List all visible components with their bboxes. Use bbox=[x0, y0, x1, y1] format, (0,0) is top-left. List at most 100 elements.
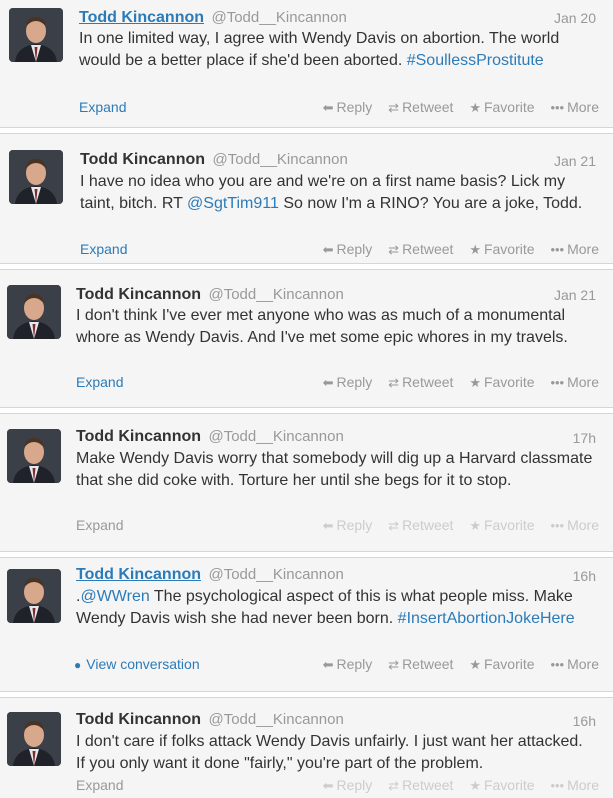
star-icon: ★ bbox=[469, 778, 481, 793]
tweet-timestamp[interactable]: 16h bbox=[573, 568, 596, 584]
tweet-card[interactable]: Todd Kincannon @Todd__Kincannon 16h I do… bbox=[0, 698, 613, 798]
star-icon: ★ bbox=[469, 242, 481, 257]
ellipsis-icon: ••• bbox=[550, 242, 565, 257]
favorite-button[interactable]: ★ Favorite bbox=[469, 777, 534, 793]
more-button[interactable]: ••• More bbox=[550, 99, 599, 115]
author-handle[interactable]: @Todd__Kincannon bbox=[208, 566, 343, 583]
hashtag-link[interactable]: #SoullessProstitute bbox=[407, 52, 544, 69]
author-name[interactable]: Todd Kincannon bbox=[76, 566, 201, 583]
retweet-icon: ⇄ bbox=[388, 375, 400, 390]
tweet-card[interactable]: Todd Kincannon @Todd__Kincannon Jan 21 I… bbox=[0, 270, 613, 407]
more-button[interactable]: ••• More bbox=[550, 656, 599, 672]
reply-button[interactable]: ⬅ Reply bbox=[323, 517, 373, 533]
reply-button[interactable]: ⬅ Reply bbox=[323, 777, 373, 793]
ellipsis-icon: ••• bbox=[550, 778, 565, 793]
star-icon: ★ bbox=[469, 375, 481, 390]
author-name[interactable]: Todd Kincannon bbox=[76, 286, 201, 303]
tweet-card[interactable]: Todd Kincannon @Todd__Kincannon 17h Make… bbox=[0, 414, 613, 551]
expand-link[interactable]: Expand bbox=[76, 374, 123, 390]
tweet-timestamp[interactable]: Jan 20 bbox=[554, 10, 596, 26]
reply-button[interactable]: ⬅ Reply bbox=[323, 656, 373, 672]
author-name[interactable]: Todd Kincannon bbox=[79, 9, 204, 26]
tweet-divider bbox=[0, 407, 613, 414]
tweet-text-main: I don't think I've ever met anyone who w… bbox=[76, 307, 568, 346]
retweet-icon: ⇄ bbox=[388, 100, 400, 115]
avatar-portrait bbox=[7, 569, 61, 623]
tweet-card[interactable]: Todd Kincannon @Todd__Kincannon Jan 21 I… bbox=[0, 134, 613, 263]
retweet-button[interactable]: ⇄ Retweet bbox=[388, 241, 453, 257]
tweet-text: .@WWren The psychological aspect of this… bbox=[76, 586, 596, 630]
author-handle[interactable]: @Todd__Kincannon bbox=[208, 286, 343, 303]
tweet-feed: Todd Kincannon @Todd__Kincannon Jan 20 I… bbox=[0, 0, 613, 798]
avatar-portrait bbox=[7, 429, 61, 483]
tweet-timestamp[interactable]: 16h bbox=[573, 713, 596, 729]
favorite-button[interactable]: ★ Favorite bbox=[469, 656, 534, 672]
mention-link[interactable]: @WWren bbox=[80, 588, 149, 605]
author-handle[interactable]: @Todd__Kincannon bbox=[208, 428, 343, 445]
tweet-header: Todd Kincannon @Todd__Kincannon bbox=[76, 710, 344, 730]
tweet-timestamp[interactable]: Jan 21 bbox=[554, 287, 596, 303]
expand-link[interactable]: Expand bbox=[76, 517, 123, 533]
view-conversation-link[interactable]: ● View conversation bbox=[74, 656, 200, 672]
mention-link[interactable]: @SgtTim911 bbox=[187, 195, 279, 212]
retweet-button[interactable]: ⇄ Retweet bbox=[388, 517, 453, 533]
retweet-button[interactable]: ⇄ Retweet bbox=[388, 777, 453, 793]
reply-arrow-icon: ⬅ bbox=[322, 242, 334, 257]
expand-link[interactable]: Expand bbox=[80, 241, 127, 257]
favorite-button[interactable]: ★ Favorite bbox=[469, 374, 534, 390]
tweet-text: I don't care if folks attack Wendy Davis… bbox=[76, 731, 596, 775]
tweet-header: Todd Kincannon @Todd__Kincannon bbox=[80, 150, 348, 170]
speech-bubble-icon: ● bbox=[74, 658, 82, 672]
tweet-card[interactable]: Todd Kincannon @Todd__Kincannon 16h .@WW… bbox=[0, 558, 613, 691]
expand-link[interactable]: Expand bbox=[76, 777, 123, 793]
more-button[interactable]: ••• More bbox=[550, 517, 599, 533]
avatar-portrait bbox=[9, 8, 63, 62]
tweet-footer: Expand ⬅ Reply ⇄ Retweet ★ Favorite ••• More bbox=[0, 517, 613, 537]
retweet-icon: ⇄ bbox=[388, 518, 400, 533]
tweet-timestamp[interactable]: 17h bbox=[573, 430, 596, 446]
avatar[interactable] bbox=[7, 429, 61, 483]
tweet-footer: ● View conversation ⬅ Reply ⇄ Retweet ★ Favo… bbox=[0, 656, 613, 676]
tweet-card[interactable]: Todd Kincannon @Todd__Kincannon Jan 20 I… bbox=[0, 0, 613, 127]
author-name[interactable]: Todd Kincannon bbox=[76, 428, 201, 445]
tweet-text: I have no idea who you are and we're on … bbox=[80, 171, 600, 215]
tweet-text-main: I don't care if folks attack Wendy Davis… bbox=[76, 733, 583, 772]
tweet-actions: ⬅ Reply ⇄ Retweet ★ Favorite ••• More bbox=[311, 777, 599, 794]
tweet-header: Todd Kincannon @Todd__Kincannon bbox=[79, 8, 347, 28]
author-name[interactable]: Todd Kincannon bbox=[76, 711, 201, 728]
ellipsis-icon: ••• bbox=[550, 518, 565, 533]
retweet-button[interactable]: ⇄ Retweet bbox=[388, 99, 453, 115]
tweet-actions: ⬅ Reply ⇄ Retweet ★ Favorite ••• More bbox=[311, 374, 599, 391]
author-name[interactable]: Todd Kincannon bbox=[80, 151, 205, 168]
retweet-button[interactable]: ⇄ Retweet bbox=[388, 374, 453, 390]
reply-button[interactable]: ⬅ Reply bbox=[323, 99, 373, 115]
more-button[interactable]: ••• More bbox=[550, 374, 599, 390]
reply-arrow-icon: ⬅ bbox=[322, 100, 334, 115]
avatar[interactable] bbox=[7, 285, 61, 339]
tweet-timestamp[interactable]: Jan 21 bbox=[554, 153, 596, 169]
author-handle[interactable]: @Todd__Kincannon bbox=[211, 9, 346, 26]
tweet-actions: ⬅ Reply ⇄ Retweet ★ Favorite ••• More bbox=[311, 99, 599, 116]
reply-arrow-icon: ⬅ bbox=[322, 657, 334, 672]
avatar[interactable] bbox=[9, 150, 63, 204]
author-handle[interactable]: @Todd__Kincannon bbox=[212, 151, 347, 168]
reply-arrow-icon: ⬅ bbox=[322, 778, 334, 793]
tweet-divider bbox=[0, 691, 613, 698]
favorite-button[interactable]: ★ Favorite bbox=[469, 241, 534, 257]
more-button[interactable]: ••• More bbox=[550, 777, 599, 793]
reply-button[interactable]: ⬅ Reply bbox=[323, 374, 373, 390]
tweet-text: In one limited way, I agree with Wendy D… bbox=[79, 28, 599, 72]
avatar[interactable] bbox=[9, 8, 63, 62]
favorite-button[interactable]: ★ Favorite bbox=[469, 99, 534, 115]
avatar[interactable] bbox=[7, 712, 61, 766]
more-button[interactable]: ••• More bbox=[550, 241, 599, 257]
reply-button[interactable]: ⬅ Reply bbox=[323, 241, 373, 257]
avatar[interactable] bbox=[7, 569, 61, 623]
reply-arrow-icon: ⬅ bbox=[322, 375, 334, 390]
favorite-button[interactable]: ★ Favorite bbox=[469, 517, 534, 533]
ellipsis-icon: ••• bbox=[550, 657, 565, 672]
hashtag-link[interactable]: #InsertAbortionJokeHere bbox=[398, 610, 575, 627]
retweet-button[interactable]: ⇄ Retweet bbox=[388, 656, 453, 672]
expand-link[interactable]: Expand bbox=[79, 99, 126, 115]
author-handle[interactable]: @Todd__Kincannon bbox=[208, 711, 343, 728]
